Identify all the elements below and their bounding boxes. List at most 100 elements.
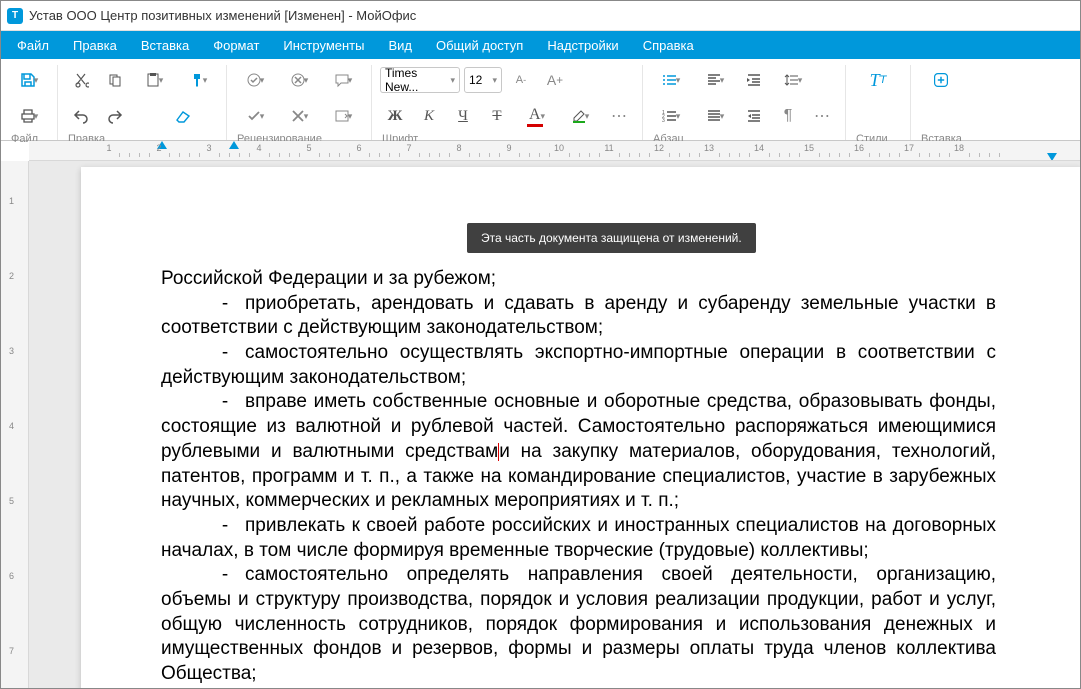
strike-button[interactable]: T xyxy=(482,102,512,130)
horizontal-ruler[interactable]: 123456789101112131415161718 xyxy=(29,141,1080,161)
menu-format[interactable]: Формат xyxy=(201,34,271,57)
app-icon: T xyxy=(7,8,23,24)
menu-tools[interactable]: Инструменты xyxy=(271,34,376,57)
ruler-number: 9 xyxy=(506,143,511,153)
highlight-button[interactable]: ▾ xyxy=(560,102,600,130)
comment-button[interactable]: ▾ xyxy=(323,66,363,94)
menu-help[interactable]: Справка xyxy=(631,34,706,57)
window-title: Устав ООО Центр позитивных изменений [Из… xyxy=(29,8,416,23)
scissors-icon xyxy=(73,72,89,88)
font-size-select[interactable]: 12▾ xyxy=(464,67,502,93)
eraser-icon xyxy=(175,108,191,124)
menu-edit[interactable]: Правка xyxy=(61,34,129,57)
more-font-button[interactable]: ⋯ xyxy=(604,102,634,130)
chevron-down-icon: ▾ xyxy=(585,111,590,122)
first-line-marker[interactable] xyxy=(229,141,239,149)
font-color-button[interactable]: A▾ xyxy=(516,102,556,130)
font-family-select[interactable]: Times New...▾ xyxy=(380,67,460,93)
chevron-down-icon: ▾ xyxy=(34,75,39,86)
ruler-number: 2 xyxy=(9,271,14,281)
decrease-indent-button[interactable] xyxy=(739,102,769,130)
ruler-number: 14 xyxy=(754,143,764,153)
protected-tooltip: Эта часть документа защищена от изменени… xyxy=(467,223,756,253)
plus-square-icon xyxy=(933,72,949,88)
numbered-list-button[interactable]: 123▾ xyxy=(651,102,691,130)
ruler-number: 15 xyxy=(804,143,814,153)
group-paragraph: ▾ ▾ ▾ 123▾ ▾ ¶ ⋯ Абзац xyxy=(643,65,846,140)
chevron-down-icon: ▾ xyxy=(203,75,208,86)
more-paragraph-button[interactable]: ⋯ xyxy=(807,102,837,130)
paste-button[interactable]: ▾ xyxy=(134,66,174,94)
ruler-number: 4 xyxy=(9,421,14,431)
track-changes-button[interactable]: ▾ xyxy=(235,66,275,94)
chevron-down-icon: ▾ xyxy=(676,111,681,122)
group-file: ▾ ▾ Файл xyxy=(1,65,58,140)
undo-button[interactable] xyxy=(66,102,96,130)
reject-button[interactable]: ▾ xyxy=(279,102,319,130)
ruler-number: 6 xyxy=(9,571,14,581)
chevron-down-icon: ▾ xyxy=(34,111,39,122)
chevron-down-icon: ▾ xyxy=(450,75,455,86)
print-button[interactable]: ▾ xyxy=(9,102,49,130)
copy-button[interactable] xyxy=(100,66,130,94)
group-insert: Вставка xyxy=(911,65,971,140)
group-font: Times New...▾ 12▾ A- A+ Ж К Ч T A▾ ▾ ⋯ Ш… xyxy=(372,65,643,140)
redo-button[interactable] xyxy=(100,102,130,130)
ruler-number: 17 xyxy=(904,143,914,153)
cut-button[interactable] xyxy=(66,66,96,94)
reject-change-button[interactable]: ▾ xyxy=(279,66,319,94)
valign-button[interactable]: ▾ xyxy=(695,102,735,130)
save-button[interactable]: ▾ xyxy=(9,66,49,94)
ruler-number: 10 xyxy=(554,143,564,153)
vertical-ruler[interactable]: 1234567 xyxy=(1,161,29,688)
menu-file[interactable]: Файл xyxy=(5,34,61,57)
font-family-value: Times New... xyxy=(385,66,452,94)
ruler-number: 13 xyxy=(704,143,714,153)
bold-button[interactable]: Ж xyxy=(380,102,410,130)
ruler-number: 8 xyxy=(456,143,461,153)
styles-button[interactable]: TT xyxy=(854,66,902,94)
chevron-down-icon: ▾ xyxy=(541,111,546,122)
ruler-number: 4 xyxy=(256,143,261,153)
svg-text:3: 3 xyxy=(662,118,665,124)
font-size-value: 12 xyxy=(469,73,482,87)
format-painter-button[interactable]: ▾ xyxy=(178,66,218,94)
review-mode-button[interactable]: ▾ xyxy=(323,102,363,130)
insert-button[interactable] xyxy=(919,66,963,94)
align-button[interactable]: ▾ xyxy=(695,66,735,94)
menu-addons[interactable]: Надстройки xyxy=(535,34,630,57)
chevron-down-icon: ▾ xyxy=(676,75,681,86)
pilcrow-button[interactable]: ¶ xyxy=(773,102,803,130)
ruler-number: 5 xyxy=(306,143,311,153)
menu-view[interactable]: Вид xyxy=(376,34,424,57)
ruler-number: 7 xyxy=(406,143,411,153)
grow-font-button[interactable]: A+ xyxy=(540,66,570,94)
indent-left-icon xyxy=(746,108,762,124)
document-body[interactable]: Российской Федерации и за рубежом; приоб… xyxy=(161,267,996,688)
chevron-down-icon: ▾ xyxy=(304,75,309,86)
bullet-list-button[interactable]: ▾ xyxy=(651,66,691,94)
italic-button[interactable]: К xyxy=(414,102,444,130)
underline-button[interactable]: Ч xyxy=(448,102,478,130)
right-indent-marker[interactable] xyxy=(1047,153,1057,161)
group-styles: TT Стили xyxy=(846,65,911,140)
accept-button[interactable]: ▾ xyxy=(235,102,275,130)
chevron-down-icon: ▾ xyxy=(348,111,353,122)
ruler-number: 12 xyxy=(654,143,664,153)
group-edit: ▾ ▾ Правка xyxy=(58,65,227,140)
chevron-down-icon: ▾ xyxy=(720,111,725,122)
menu-insert[interactable]: Вставка xyxy=(129,34,201,57)
menu-bar: Файл Правка Вставка Формат Инструменты В… xyxy=(1,31,1080,59)
ruler-number: 7 xyxy=(9,646,14,656)
menu-share[interactable]: Общий доступ xyxy=(424,34,535,57)
eraser-button[interactable] xyxy=(168,102,198,130)
increase-indent-button[interactable] xyxy=(739,66,769,94)
shrink-font-button[interactable]: A- xyxy=(506,66,536,94)
chevron-down-icon: ▾ xyxy=(304,111,309,122)
chevron-down-icon: ▾ xyxy=(720,75,725,86)
doc-line: Российской Федерации и за рубежом; xyxy=(161,268,496,289)
ruler-number: 18 xyxy=(954,143,964,153)
copy-icon xyxy=(107,72,123,88)
line-spacing-button[interactable]: ▾ xyxy=(773,66,813,94)
ruler-number: 1 xyxy=(106,143,111,153)
